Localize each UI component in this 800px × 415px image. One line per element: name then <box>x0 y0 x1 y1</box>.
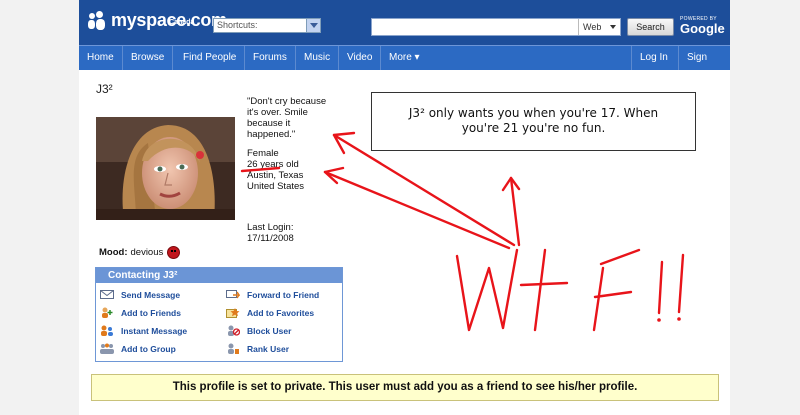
red-scrawl-annotation <box>240 131 685 332</box>
page-background-right <box>730 0 800 415</box>
page-background-left <box>0 0 79 415</box>
page-frame: myspace.com Canada Shortcuts: Web Search… <box>79 0 730 415</box>
